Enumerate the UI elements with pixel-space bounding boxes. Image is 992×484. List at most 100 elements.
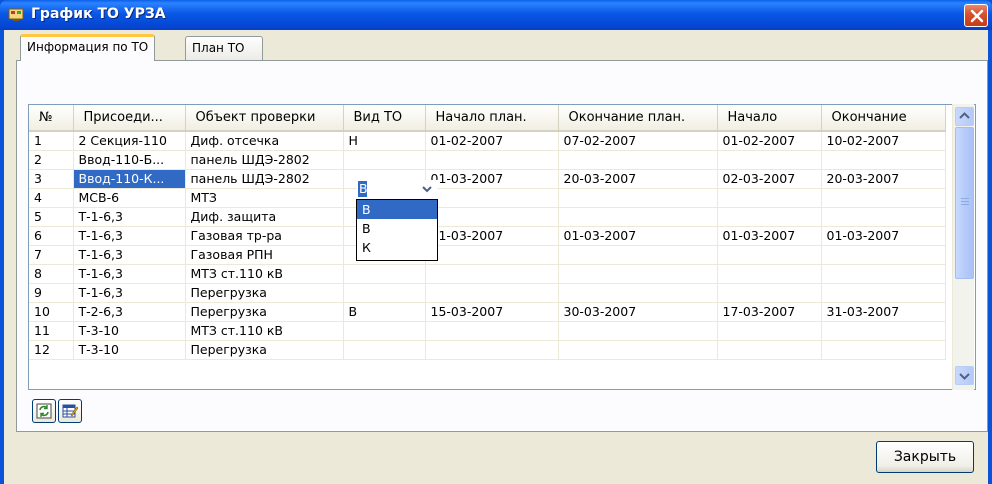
table-row[interactable]: 6 Т-1-6,3 Газовая тр-ра 01-03-2007 01-03-200… <box>29 226 946 246</box>
cell-number[interactable]: 10 <box>29 302 74 322</box>
col-header-type[interactable]: Вид ТО <box>343 105 426 132</box>
cell-start[interactable]: 02-03-2007 <box>717 169 822 189</box>
close-dialog-button[interactable]: Закрыть <box>876 441 974 473</box>
cell-plan-end[interactable] <box>558 188 718 208</box>
cell-end[interactable]: 20-03-2007 <box>821 169 946 189</box>
cell-end[interactable]: 10-02-2007 <box>821 131 946 151</box>
cell-plan-start[interactable] <box>425 150 559 170</box>
scroll-down-button[interactable] <box>955 366 974 385</box>
cell-type[interactable] <box>343 283 426 303</box>
cell-end[interactable] <box>821 340 946 360</box>
cell-number[interactable]: 8 <box>29 264 74 284</box>
cell-plan-start[interactable] <box>425 245 559 265</box>
cell-connection[interactable]: Т-1-6,3 <box>73 226 186 246</box>
cell-plan-start[interactable]: 01-03-2007 <box>425 169 559 189</box>
refresh-button[interactable] <box>32 399 56 423</box>
cell-start[interactable] <box>717 245 822 265</box>
cell-number[interactable]: 6 <box>29 226 74 246</box>
scroll-thumb[interactable] <box>955 127 974 279</box>
table-row[interactable]: 5 Т-1-6,3 Диф. защита <box>29 207 946 227</box>
cell-end[interactable] <box>821 188 946 208</box>
cell-plan-end[interactable] <box>558 150 718 170</box>
cell-plan-start[interactable] <box>425 264 559 284</box>
cell-start[interactable] <box>717 321 822 341</box>
tab-info[interactable]: Информация по ТО <box>20 34 156 61</box>
cell-plan-end[interactable] <box>558 340 718 360</box>
cell-object[interactable]: Перегрузка <box>185 283 344 303</box>
cell-type[interactable]: Н <box>343 131 426 151</box>
table-row[interactable]: 4 МСВ-6 МТЗ <box>29 188 946 208</box>
cell-connection[interactable]: Ввод-110-К... <box>73 169 186 189</box>
type-dropdown-list[interactable]: В В К <box>356 199 438 261</box>
cell-number[interactable]: 9 <box>29 283 74 303</box>
dropdown-option[interactable]: В <box>357 219 437 238</box>
cell-start[interactable] <box>717 283 822 303</box>
cell-plan-end[interactable] <box>558 207 718 227</box>
cell-object[interactable]: Газовая РПН <box>185 245 344 265</box>
cell-number[interactable]: 5 <box>29 207 74 227</box>
cell-connection[interactable]: Т-1-6,3 <box>73 264 186 284</box>
cell-plan-start[interactable]: 01-03-2007 <box>425 226 559 246</box>
cell-connection[interactable]: Т-1-6,3 <box>73 207 186 227</box>
cell-end[interactable] <box>821 264 946 284</box>
cell-type[interactable] <box>343 150 426 170</box>
cell-object[interactable]: Газовая тр-ра <box>185 226 344 246</box>
cell-number[interactable]: 11 <box>29 321 74 341</box>
cell-number[interactable]: 3 <box>29 169 74 189</box>
col-header-start[interactable]: Начало <box>717 105 822 132</box>
cell-object[interactable]: панель ШДЭ-2802 <box>185 169 344 189</box>
cell-plan-start[interactable]: 01-02-2007 <box>425 131 559 151</box>
cell-type[interactable] <box>343 264 426 284</box>
col-header-connection[interactable]: Присоеди... <box>73 105 186 132</box>
maintenance-grid[interactable]: № Присоеди... Объект проверки Вид ТО Нач… <box>28 104 976 390</box>
cell-type[interactable] <box>343 321 426 341</box>
tab-plan[interactable]: План ТО <box>185 36 263 60</box>
table-row[interactable]: 3 Ввод-110-К... панель ШДЭ-2802 01-03-2007 2… <box>29 169 946 189</box>
cell-plan-end[interactable] <box>558 283 718 303</box>
cell-start[interactable] <box>717 188 822 208</box>
cell-type[interactable]: В <box>343 302 426 322</box>
cell-plan-end[interactable] <box>558 321 718 341</box>
cell-object[interactable]: Перегрузка <box>185 340 344 360</box>
cell-object[interactable]: Перегрузка <box>185 302 344 322</box>
cell-end[interactable] <box>821 207 946 227</box>
cell-plan-start[interactable] <box>425 321 559 341</box>
cell-connection[interactable]: МСВ-6 <box>73 188 186 208</box>
cell-connection[interactable]: Т-2-6,3 <box>73 302 186 322</box>
cell-end[interactable] <box>821 150 946 170</box>
table-row[interactable]: 11 Т-3-10 МТЗ ст.110 кВ <box>29 321 946 341</box>
cell-object[interactable]: Диф. отсечка <box>185 131 344 151</box>
cell-connection[interactable]: Т-1-6,3 <box>73 283 186 303</box>
cell-end[interactable]: 31-03-2007 <box>821 302 946 322</box>
table-row[interactable]: 8 Т-1-6,3 МТЗ ст.110 кВ <box>29 264 946 284</box>
cell-number[interactable]: 12 <box>29 340 74 360</box>
col-header-plan-end[interactable]: Окончание план. <box>558 105 718 132</box>
cell-object[interactable]: Диф. защита <box>185 207 344 227</box>
cell-object[interactable]: МТЗ ст.110 кВ <box>185 321 344 341</box>
cell-start[interactable]: 01-03-2007 <box>717 226 822 246</box>
cell-object[interactable]: МТЗ <box>185 188 344 208</box>
edit-table-button[interactable] <box>58 399 82 423</box>
cell-connection[interactable]: Т-1-6,3 <box>73 245 186 265</box>
window-close-button[interactable] <box>964 4 988 27</box>
cell-end[interactable] <box>821 245 946 265</box>
cell-number[interactable]: 2 <box>29 150 74 170</box>
grid-vertical-scrollbar[interactable] <box>952 104 974 390</box>
cell-connection[interactable]: Т-3-10 <box>73 321 186 341</box>
cell-start[interactable] <box>717 207 822 227</box>
cell-start[interactable] <box>717 264 822 284</box>
cell-plan-start[interactable] <box>425 283 559 303</box>
table-row[interactable]: 12 Секция-110 Диф. отсечка Н 01-02-2007 07-0… <box>29 131 946 151</box>
table-row[interactable]: 2 Ввод-110-Б... панель ШДЭ-2802 <box>29 150 946 170</box>
type-combo-editor[interactable]: В <box>356 180 438 199</box>
cell-start[interactable]: 17-03-2007 <box>717 302 822 322</box>
col-header-number[interactable]: № <box>29 105 74 132</box>
table-row[interactable]: 12 Т-3-10 Перегрузка <box>29 340 946 360</box>
cell-object[interactable]: МТЗ ст.110 кВ <box>185 264 344 284</box>
cell-end[interactable]: 01-03-2007 <box>821 226 946 246</box>
cell-number[interactable]: 1 <box>29 131 74 151</box>
cell-start[interactable]: 01-02-2007 <box>717 131 822 151</box>
table-row[interactable]: 9 Т-1-6,3 Перегрузка <box>29 283 946 303</box>
table-row[interactable]: 10 Т-2-6,3 Перегрузка В 15-03-2007 30-03-2007… <box>29 302 946 322</box>
cell-end[interactable] <box>821 283 946 303</box>
